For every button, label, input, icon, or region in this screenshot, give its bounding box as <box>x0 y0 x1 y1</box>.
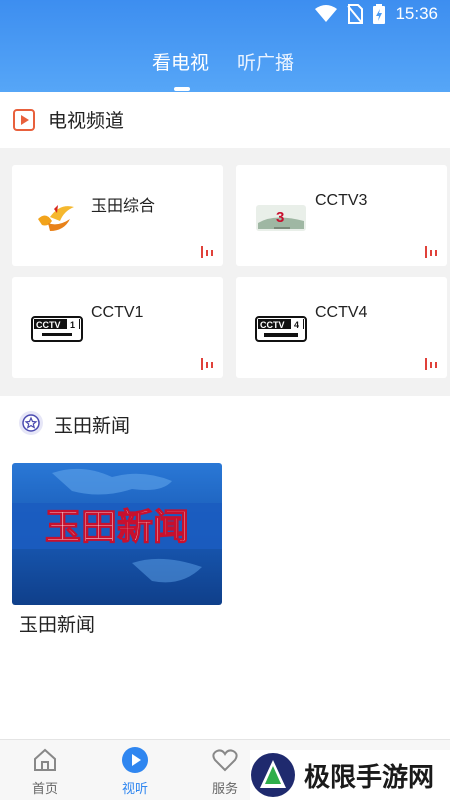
cctv3-logo-icon: 3 <box>256 205 306 231</box>
channel-name: 玉田综合 <box>91 198 156 215</box>
svg-text:CCTV: CCTV <box>260 320 285 330</box>
tv-section-title: 电视频道 <box>48 110 125 132</box>
svg-text:CCTV: CCTV <box>36 320 61 330</box>
nav-item-media[interactable]: 视听 <box>105 746 165 797</box>
status-clock: 15:36 <box>395 4 438 23</box>
cctv4-logo-icon: CCTV 4 <box>255 316 307 342</box>
channel-card[interactable]: CCTV 4 CCTV4 <box>236 277 447 378</box>
live-signal-icon <box>425 358 437 370</box>
no-sim-icon <box>347 4 364 24</box>
tv-section-header: 电视频道 <box>0 93 450 145</box>
nav-label-services: 服务 <box>211 782 238 797</box>
watermark: 极限手游网 <box>250 750 450 800</box>
channel-name: CCTV1 <box>91 304 144 321</box>
news-thumbnail-title: 玉田新闻 <box>45 507 189 548</box>
tab-watch-tv[interactable]: 看电视 <box>152 48 209 75</box>
watermark-logo-icon <box>251 753 295 797</box>
channel-card[interactable]: CCTV 1 CCTV1 <box>12 277 223 378</box>
tab-listen-radio[interactable]: 听广播 <box>237 48 294 75</box>
nav-label-home: 首页 <box>31 782 58 797</box>
play-icon <box>122 747 148 773</box>
news-item-title[interactable]: 玉田新闻 <box>19 610 95 637</box>
live-signal-icon <box>201 358 213 370</box>
live-signal-icon <box>201 246 213 258</box>
tv-channel-icon <box>13 109 35 131</box>
active-tab-indicator <box>174 87 190 91</box>
news-section-title: 玉田新闻 <box>54 415 131 437</box>
status-bar: 15:36 <box>0 0 450 30</box>
channel-name: CCTV4 <box>315 304 368 321</box>
channel-grid: 玉田综合 3 CCTV3 CCTV 1 CCTV1 CCTV 4 CCTV4 <box>0 148 450 396</box>
svg-text:1: 1 <box>70 320 75 330</box>
channel-card[interactable]: 玉田综合 <box>12 165 223 266</box>
svg-text:3: 3 <box>276 209 284 226</box>
channel-card[interactable]: 3 CCTV3 <box>236 165 447 266</box>
battery-icon <box>373 4 386 24</box>
nav-item-home[interactable]: 首页 <box>15 746 75 797</box>
app-header: 15:36 看电视 听广播 <box>0 0 450 92</box>
heart-icon <box>212 749 238 772</box>
news-section-header: 玉田新闻 <box>0 398 450 450</box>
top-tab-bar: 看电视 听广播 <box>0 44 450 84</box>
home-icon <box>34 748 56 771</box>
wifi-icon <box>315 5 338 22</box>
news-thumbnail[interactable]: 玉田新闻 <box>12 463 222 605</box>
cctv1-logo-icon: CCTV 1 <box>31 316 83 342</box>
nav-label-media: 视听 <box>121 782 148 797</box>
nav-item-services[interactable]: 服务 <box>195 746 255 797</box>
news-thumbnail-image: 玉田新闻 <box>12 463 222 605</box>
watermark-text: 极限手游网 <box>304 762 435 793</box>
live-signal-icon <box>425 246 437 258</box>
svg-text:4: 4 <box>294 320 299 330</box>
star-badge-icon <box>19 411 43 435</box>
channel-name: CCTV3 <box>315 192 368 209</box>
yutian-logo-icon <box>38 205 74 231</box>
status-icons: 15:36 <box>315 4 438 24</box>
